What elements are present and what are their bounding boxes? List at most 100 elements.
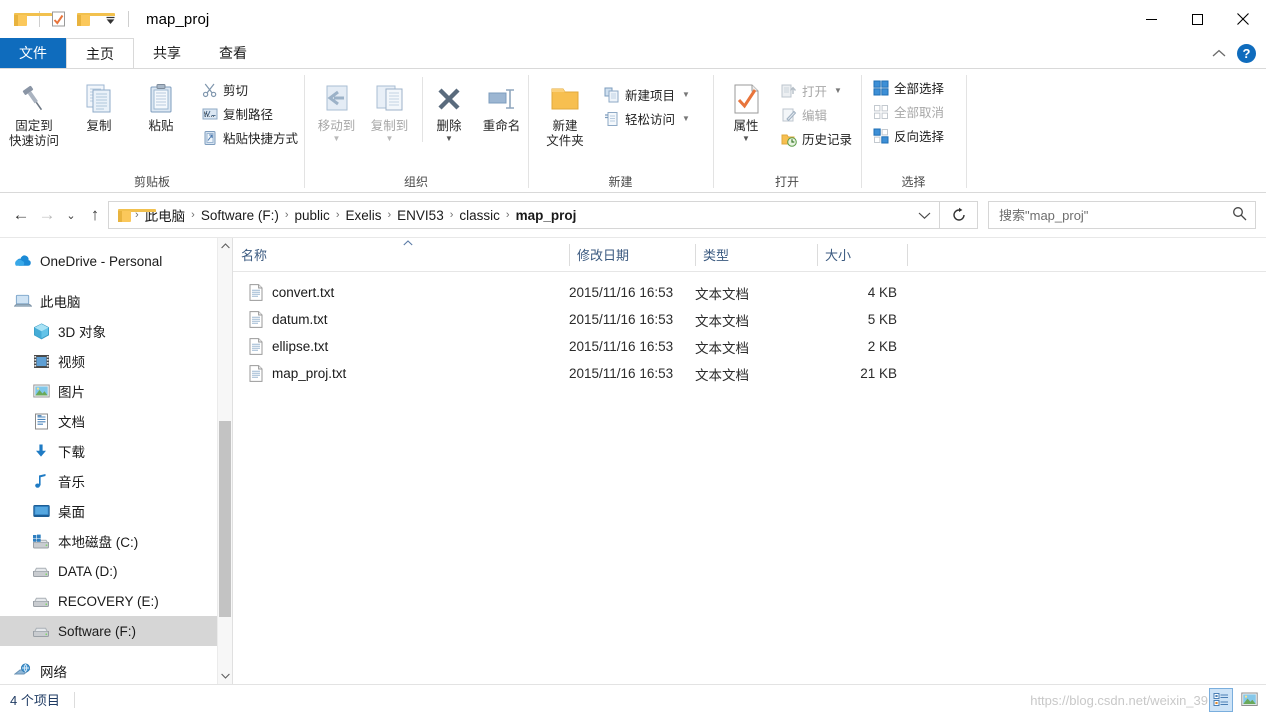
maximize-button[interactable] xyxy=(1174,0,1220,38)
new-item-button[interactable]: 新建项目 ▼ xyxy=(600,83,696,106)
copy-to-button[interactable]: 复制到 ▼ xyxy=(363,77,416,143)
copy-path-button[interactable]: \\… 复制路径 xyxy=(198,102,304,125)
new-folder-icon[interactable] xyxy=(71,6,115,32)
search-input[interactable] xyxy=(997,206,1232,224)
tab-home[interactable]: 主页 xyxy=(66,38,134,68)
cut-button[interactable]: 剪切 xyxy=(198,78,304,101)
folder-icon[interactable] xyxy=(8,6,52,32)
up-button[interactable]: ↑ xyxy=(82,202,108,228)
collapse-ribbon-button[interactable] xyxy=(1211,45,1227,61)
breadcrumb-item-public[interactable]: public xyxy=(290,206,335,225)
new-folder-label-line2: 文件夹 xyxy=(546,134,584,148)
sidebar-item-label: 文档 xyxy=(58,415,85,430)
column-header-name[interactable]: 名称 xyxy=(233,238,569,271)
delete-label: 删除 xyxy=(436,119,462,133)
select-all-button[interactable]: 全部选择 xyxy=(869,76,950,99)
select-small-commands: 全部选择 全部取消 反向选择 xyxy=(869,75,950,147)
tab-share[interactable]: 共享 xyxy=(134,38,200,68)
large-icons-view-button[interactable] xyxy=(1238,689,1260,711)
scrollbar-thumb[interactable] xyxy=(219,421,231,617)
table-row[interactable]: convert.txt 2015/11/16 16:53 文本文档 4 KB xyxy=(233,279,1266,306)
sidebar-item-local-disk-c[interactable]: 本地磁盘 (C:) xyxy=(0,526,232,556)
breadcrumb-item-exelis[interactable]: Exelis xyxy=(340,206,386,225)
view-toggles xyxy=(1209,687,1260,712)
recent-locations-button[interactable]: ⌄ xyxy=(60,202,82,228)
properties-icon[interactable] xyxy=(45,6,71,32)
tab-file[interactable]: 文件 xyxy=(0,38,66,68)
new-item-label: 新建项目 xyxy=(625,89,676,103)
sidebar-item-label: DATA (D:) xyxy=(58,563,118,579)
breadcrumb-item-envi53[interactable]: ENVI53 xyxy=(392,206,449,225)
sidebar-item-music[interactable]: 音乐 xyxy=(0,466,232,496)
sidebar-item-network[interactable]: 网络 xyxy=(0,656,232,684)
column-header-type[interactable]: 类型 xyxy=(695,238,817,271)
column-header-date-modified[interactable]: 修改日期 xyxy=(569,238,695,271)
file-date-cell: 2015/11/16 16:53 xyxy=(569,312,674,327)
refresh-button[interactable] xyxy=(940,201,978,229)
edit-button[interactable]: 编辑 xyxy=(777,103,858,126)
search-icon[interactable] xyxy=(1232,206,1247,224)
select-none-button[interactable]: 全部取消 xyxy=(869,100,950,123)
properties-button[interactable]: 属性 ▼ xyxy=(721,77,771,143)
close-button[interactable] xyxy=(1220,0,1266,38)
sidebar-item-pictures[interactable]: 图片 xyxy=(0,376,232,406)
paste-shortcut-button[interactable]: 粘贴快捷方式 xyxy=(198,126,304,149)
scroll-down-button[interactable] xyxy=(218,668,232,684)
breadcrumb-item-map-proj[interactable]: map_proj xyxy=(511,206,582,225)
table-row[interactable]: datum.txt 2015/11/16 16:53 文本文档 5 KB xyxy=(233,306,1266,333)
chevron-down-icon: ▼ xyxy=(682,90,690,99)
breadcrumb-item-classic[interactable]: classic xyxy=(454,206,505,225)
rename-button[interactable]: 重命名 xyxy=(475,77,528,134)
move-to-button[interactable]: 移动到 ▼ xyxy=(310,77,363,143)
scroll-up-button[interactable] xyxy=(218,238,232,254)
address-bar-row: ← → ⌄ ↑ › 此电脑 › Software (F:) › public ›… xyxy=(0,193,1266,237)
customize-dropdown-icon[interactable] xyxy=(97,6,123,32)
details-view-button[interactable] xyxy=(1209,687,1233,712)
open-button[interactable]: 打开 ▼ xyxy=(777,79,858,102)
sidebar-item-onedrive[interactable]: OneDrive - Personal xyxy=(0,246,232,276)
copy-path-label: 复制路径 xyxy=(223,108,274,122)
new-folder-button[interactable]: 新建 文件夹 xyxy=(536,77,594,149)
file-name-label: map_proj.txt xyxy=(272,366,347,381)
breadcrumb-dropdown-icon[interactable] xyxy=(913,203,935,227)
sidebar-item-3d-objects[interactable]: 3D 对象 xyxy=(0,316,232,346)
sidebar-item-label: 3D 对象 xyxy=(58,325,107,340)
paste-button[interactable]: 粘贴 xyxy=(130,77,192,134)
sidebar-item-label: 视频 xyxy=(58,355,85,370)
pin-to-quick-access-button[interactable]: 固定到 快速访问 xyxy=(0,77,68,149)
minimize-button[interactable] xyxy=(1128,0,1174,38)
copy-path-icon: \\… xyxy=(201,105,218,122)
sidebar-item-downloads[interactable]: 下载 xyxy=(0,436,232,466)
window-title: map_proj xyxy=(146,10,210,28)
navigation-scrollbar[interactable] xyxy=(217,238,232,684)
copy-button[interactable]: 复制 xyxy=(68,77,130,134)
breadcrumb-item-software-f[interactable]: Software (F:) xyxy=(196,206,284,225)
sidebar-item-software-f[interactable]: Software (F:) xyxy=(0,616,232,646)
forward-button[interactable]: → xyxy=(34,202,60,228)
sidebar-item-desktop[interactable]: 桌面 xyxy=(0,496,232,526)
easy-access-button[interactable]: 轻松访问 ▼ xyxy=(600,107,696,130)
delete-icon xyxy=(434,79,464,119)
breadcrumb-item-this-pc[interactable]: 此电脑 xyxy=(140,203,191,227)
text-file-icon xyxy=(249,311,263,328)
sidebar-item-this-pc[interactable]: 此电脑 xyxy=(0,286,232,316)
quick-access-toolbar xyxy=(0,6,134,32)
table-row[interactable]: map_proj.txt 2015/11/16 16:53 文本文档 21 KB xyxy=(233,360,1266,387)
back-button[interactable]: ← xyxy=(8,202,34,228)
sidebar-item-data-d[interactable]: DATA (D:) xyxy=(0,556,232,586)
search-box[interactable] xyxy=(988,201,1256,229)
new-item-icon xyxy=(603,86,620,103)
sidebar-item-documents[interactable]: 文档 xyxy=(0,406,232,436)
drive-icon xyxy=(32,562,50,580)
history-button[interactable]: 历史记录 xyxy=(777,127,858,150)
sidebar-item-recovery-e[interactable]: RECOVERY (E:) xyxy=(0,586,232,616)
help-button[interactable]: ? xyxy=(1237,43,1256,63)
breadcrumb[interactable]: › 此电脑 › Software (F:) › public › Exelis … xyxy=(108,201,940,229)
delete-button[interactable]: 删除 ▼ xyxy=(422,77,475,143)
group-label-new: 新建 xyxy=(608,174,633,189)
tab-view[interactable]: 查看 xyxy=(200,38,266,68)
table-row[interactable]: ellipse.txt 2015/11/16 16:53 文本文档 2 KB xyxy=(233,333,1266,360)
sidebar-item-videos[interactable]: 视频 xyxy=(0,346,232,376)
invert-selection-button[interactable]: 反向选择 xyxy=(869,124,950,147)
column-header-size[interactable]: 大小 xyxy=(817,238,907,271)
